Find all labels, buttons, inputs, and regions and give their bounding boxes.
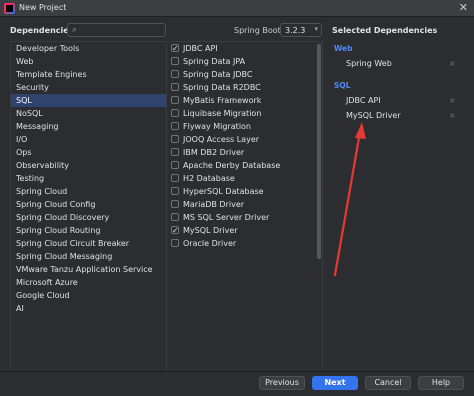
dependency-item[interactable]: MyBatis Framework bbox=[167, 94, 322, 107]
dependency-item[interactable]: Oracle Driver bbox=[167, 237, 322, 250]
dependency-label: HyperSQL Database bbox=[183, 187, 264, 196]
dependency-checkbox[interactable] bbox=[171, 96, 179, 104]
dependency-checkbox[interactable] bbox=[171, 109, 179, 117]
dependency-checkbox[interactable] bbox=[171, 135, 179, 143]
category-item[interactable]: Ops bbox=[11, 146, 166, 159]
dependency-list-scrollbar[interactable] bbox=[317, 44, 321, 259]
category-item[interactable]: Microsoft Azure bbox=[11, 276, 166, 289]
dependency-label: H2 Database bbox=[183, 174, 235, 183]
dependency-item[interactable]: JDBC API bbox=[167, 42, 322, 55]
category-item[interactable]: Spring Cloud Routing bbox=[11, 224, 166, 237]
search-input[interactable] bbox=[82, 25, 164, 36]
remove-icon[interactable]: × bbox=[449, 59, 456, 68]
dependency-checkbox[interactable] bbox=[171, 57, 179, 65]
window-title: New Project bbox=[19, 3, 67, 12]
dependency-item[interactable]: IBM DB2 Driver bbox=[167, 146, 322, 159]
spring-boot-label: Spring Boot bbox=[234, 26, 281, 35]
category-item[interactable]: Spring Cloud Config bbox=[11, 198, 166, 211]
dependency-label: Spring Data JDBC bbox=[183, 70, 253, 79]
category-list: Developer Tools Web Template Engines Securi… bbox=[10, 41, 167, 372]
dependency-label: Liquibase Migration bbox=[183, 109, 262, 118]
category-item[interactable]: Template Engines bbox=[11, 68, 166, 81]
next-button[interactable]: Next bbox=[312, 376, 358, 390]
dependency-checkbox[interactable] bbox=[171, 224, 179, 237]
category-item[interactable]: Google Cloud bbox=[11, 289, 166, 302]
category-item[interactable]: Web bbox=[11, 55, 166, 68]
spring-boot-version-value: 3.2.3 bbox=[285, 26, 306, 35]
dependencies-label: Dependencies bbox=[10, 26, 74, 35]
dependency-item[interactable]: MS SQL Server Driver bbox=[167, 211, 322, 224]
category-item[interactable]: NoSQL bbox=[11, 107, 166, 120]
dependency-checkbox[interactable] bbox=[171, 213, 179, 221]
category-item[interactable]: Spring Cloud Discovery bbox=[11, 211, 166, 224]
category-item[interactable]: Messaging bbox=[11, 120, 166, 133]
remove-icon[interactable]: × bbox=[449, 96, 456, 105]
title-bar: New Project ✕ bbox=[0, 0, 474, 17]
dependency-label: Apache Derby Database bbox=[183, 161, 281, 170]
category-item[interactable]: VMware Tanzu Application Service bbox=[11, 263, 166, 276]
dependency-checkbox[interactable] bbox=[171, 70, 179, 78]
dependency-label: Spring Data JPA bbox=[183, 57, 246, 66]
dependency-label: JOOQ Access Layer bbox=[183, 135, 260, 144]
dependency-item[interactable]: Spring Data JDBC bbox=[167, 68, 322, 81]
dependency-checkbox[interactable] bbox=[171, 148, 179, 156]
category-item[interactable]: AI bbox=[11, 302, 166, 315]
selected-group-web: Web bbox=[334, 44, 353, 53]
dependency-label: Spring Data R2DBC bbox=[183, 83, 261, 92]
cancel-button[interactable]: Cancel bbox=[365, 376, 411, 390]
dependency-label: IBM DB2 Driver bbox=[183, 148, 245, 157]
dependency-item[interactable]: Flyway Migration bbox=[167, 120, 322, 133]
dependency-checkbox[interactable] bbox=[171, 161, 179, 169]
dependency-checkbox[interactable] bbox=[171, 83, 179, 91]
dependency-checkbox[interactable] bbox=[171, 174, 179, 182]
dependency-label: JDBC API bbox=[183, 44, 218, 53]
dependency-item[interactable]: MySQL Driver bbox=[167, 224, 322, 237]
dependency-item[interactable]: JOOQ Access Layer bbox=[167, 133, 322, 146]
dependency-list: JDBC API Spring Data JPA Spring Data JDBC S… bbox=[166, 41, 323, 372]
dependency-checkbox[interactable] bbox=[171, 42, 179, 55]
dependency-item[interactable]: Spring Data JPA bbox=[167, 55, 322, 68]
dependency-item[interactable]: HyperSQL Database bbox=[167, 185, 322, 198]
dependency-label: MariaDB Driver bbox=[183, 200, 245, 209]
category-item[interactable]: Spring Cloud bbox=[11, 185, 166, 198]
dependency-checkbox[interactable] bbox=[171, 187, 179, 195]
dependency-checkbox[interactable] bbox=[171, 239, 179, 247]
search-icon: ⌕ bbox=[72, 25, 78, 35]
dependency-item[interactable]: Spring Data R2DBC bbox=[167, 81, 322, 94]
intellij-logo-icon bbox=[4, 3, 15, 14]
spring-boot-version-select[interactable]: 3.2.3 ▾ bbox=[280, 23, 322, 37]
dependency-checkbox[interactable] bbox=[171, 122, 179, 130]
category-item[interactable]: Observability bbox=[11, 159, 166, 172]
category-item[interactable]: Testing bbox=[11, 172, 166, 185]
dependency-item[interactable]: Liquibase Migration bbox=[167, 107, 322, 120]
close-icon[interactable]: ✕ bbox=[459, 2, 468, 14]
dependency-label: MS SQL Server Driver bbox=[183, 213, 270, 222]
dependency-item[interactable]: H2 Database bbox=[167, 172, 322, 185]
category-item[interactable]: Spring Cloud Circuit Breaker bbox=[11, 237, 166, 250]
selected-group-sql: SQL bbox=[334, 81, 351, 90]
dependency-label: Oracle Driver bbox=[183, 239, 237, 248]
previous-button[interactable]: Previous bbox=[259, 376, 305, 390]
selected-item-spring-web: Spring Web bbox=[346, 59, 392, 68]
category-item[interactable]: Developer Tools bbox=[11, 42, 166, 55]
dependency-item[interactable]: Apache Derby Database bbox=[167, 159, 322, 172]
category-item[interactable]: Spring Cloud Messaging bbox=[11, 250, 166, 263]
search-field[interactable]: ⌕ bbox=[67, 23, 166, 37]
dependency-label: MyBatis Framework bbox=[183, 96, 262, 105]
category-item[interactable]: SQL bbox=[11, 94, 166, 107]
dependency-item[interactable]: MariaDB Driver bbox=[167, 198, 322, 211]
dependency-checkbox[interactable] bbox=[171, 200, 179, 208]
category-item[interactable]: Security bbox=[11, 81, 166, 94]
dependency-label: MySQL Driver bbox=[183, 226, 238, 235]
dependency-label: Flyway Migration bbox=[183, 122, 251, 131]
selected-item-jdbc-api: JDBC API bbox=[346, 96, 381, 105]
category-item[interactable]: I/O bbox=[11, 133, 166, 146]
selected-dependencies-title: Selected Dependencies bbox=[332, 26, 438, 35]
selected-item-mysql-driver: MySQL Driver bbox=[346, 111, 401, 120]
chevron-down-icon: ▾ bbox=[314, 25, 318, 33]
remove-icon[interactable]: × bbox=[449, 111, 456, 120]
help-button[interactable]: Help bbox=[418, 376, 464, 390]
